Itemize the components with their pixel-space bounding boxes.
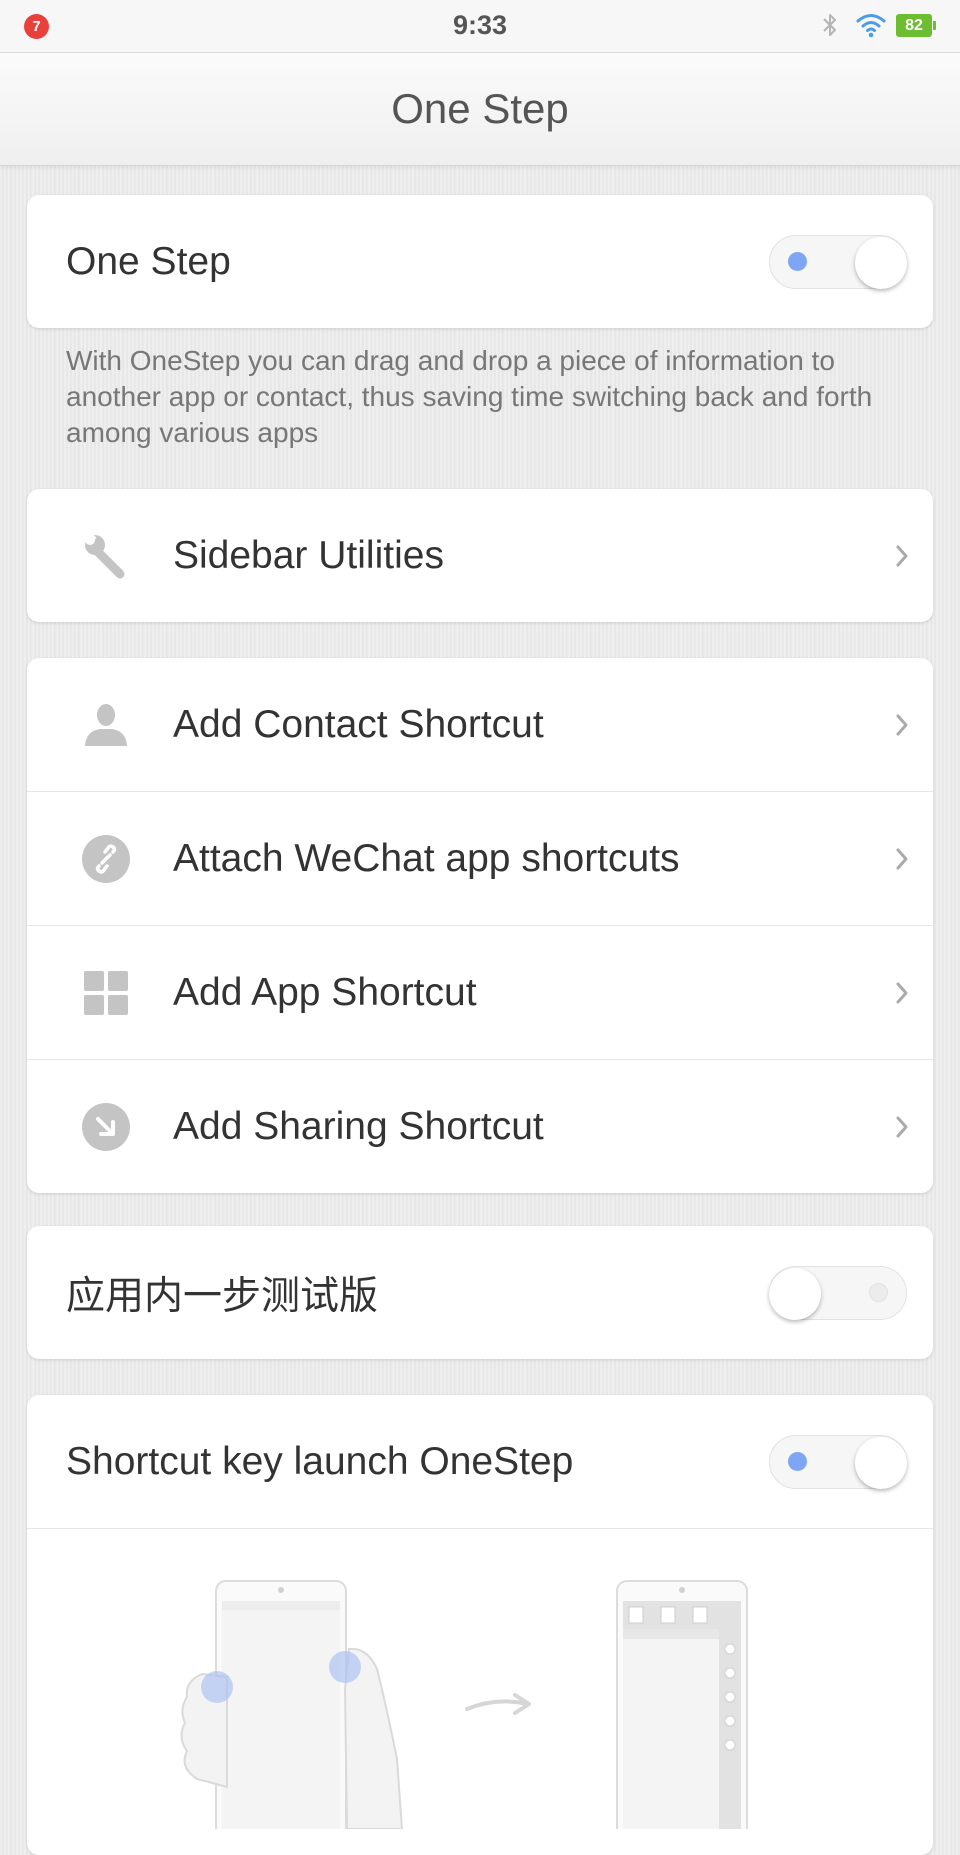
utilities-card: Sidebar Utilities: [27, 489, 933, 622]
chevron-right-icon: [896, 1116, 908, 1137]
gesture-illustration: [27, 1529, 933, 1842]
person-icon: [82, 701, 130, 749]
in-app-beta-row: 应用内一步测试版: [27, 1226, 933, 1359]
add-contact-shortcut-row[interactable]: Add Contact Shortcut: [27, 658, 933, 792]
one-step-row: One Step: [27, 195, 933, 328]
add-contact-shortcut-label: Add Contact Shortcut: [173, 702, 544, 746]
wifi-icon: [856, 14, 886, 38]
attach-wechat-shortcuts-label: Attach WeChat app shortcuts: [173, 836, 680, 880]
chevron-right-icon: [896, 714, 908, 735]
battery-icon: 82: [896, 14, 936, 37]
page-title: One Step: [391, 85, 569, 132]
shortcut-key-toggle[interactable]: [769, 1434, 907, 1489]
chevron-right-icon: [896, 982, 908, 1003]
add-app-shortcut-row[interactable]: Add App Shortcut: [27, 926, 933, 1060]
toggle-indicator-dot: [869, 1282, 888, 1302]
add-app-shortcut-label: Add App Shortcut: [173, 970, 477, 1014]
in-app-beta-label: 应用内一步测试版: [66, 1274, 379, 1318]
one-step-description: With OneStep you can drag and drop a pie…: [66, 345, 873, 448]
share-arrow-icon: [82, 1102, 130, 1151]
attach-wechat-shortcuts-row[interactable]: Attach WeChat app shortcuts: [27, 792, 933, 926]
in-app-beta-toggle[interactable]: [769, 1265, 907, 1320]
grid-icon: [82, 969, 130, 1017]
title-bar: One Step: [0, 53, 960, 166]
sidebar-utilities-label: Sidebar Utilities: [173, 533, 444, 577]
status-time: 9:33: [452, 10, 508, 40]
link-icon: [82, 834, 130, 883]
add-sharing-shortcut-row[interactable]: Add Sharing Shortcut: [27, 1060, 933, 1193]
shortcut-key-card: Shortcut key launch OneStep: [27, 1395, 933, 1855]
one-step-label: One Step: [66, 239, 231, 283]
toggle-knob[interactable]: [855, 236, 907, 289]
gesture-illustration-graphic: [180, 1580, 748, 1842]
shortcut-key-row: Shortcut key launch OneStep: [27, 1395, 933, 1529]
toggle-knob[interactable]: [769, 1267, 821, 1320]
wrench-icon: [82, 532, 130, 580]
one-step-card: One Step: [27, 195, 933, 328]
toggle-indicator-dot: [788, 251, 807, 271]
chevron-right-icon: [896, 545, 908, 566]
bluetooth-icon: [823, 14, 836, 36]
toggle-indicator-dot: [788, 1451, 807, 1471]
status-bar: 7 9:33 82: [0, 0, 960, 53]
shortcuts-card: Add Contact Shortcut Attach WeChat app s…: [27, 658, 933, 1193]
chevron-right-icon: [896, 848, 908, 869]
in-app-beta-card: 应用内一步测试版: [27, 1226, 933, 1359]
shortcut-key-label: Shortcut key launch OneStep: [66, 1439, 574, 1483]
add-sharing-shortcut-label: Add Sharing Shortcut: [173, 1104, 544, 1148]
sidebar-utilities-row[interactable]: Sidebar Utilities: [27, 489, 933, 622]
toggle-knob[interactable]: [855, 1436, 907, 1489]
one-step-toggle[interactable]: [769, 234, 907, 289]
